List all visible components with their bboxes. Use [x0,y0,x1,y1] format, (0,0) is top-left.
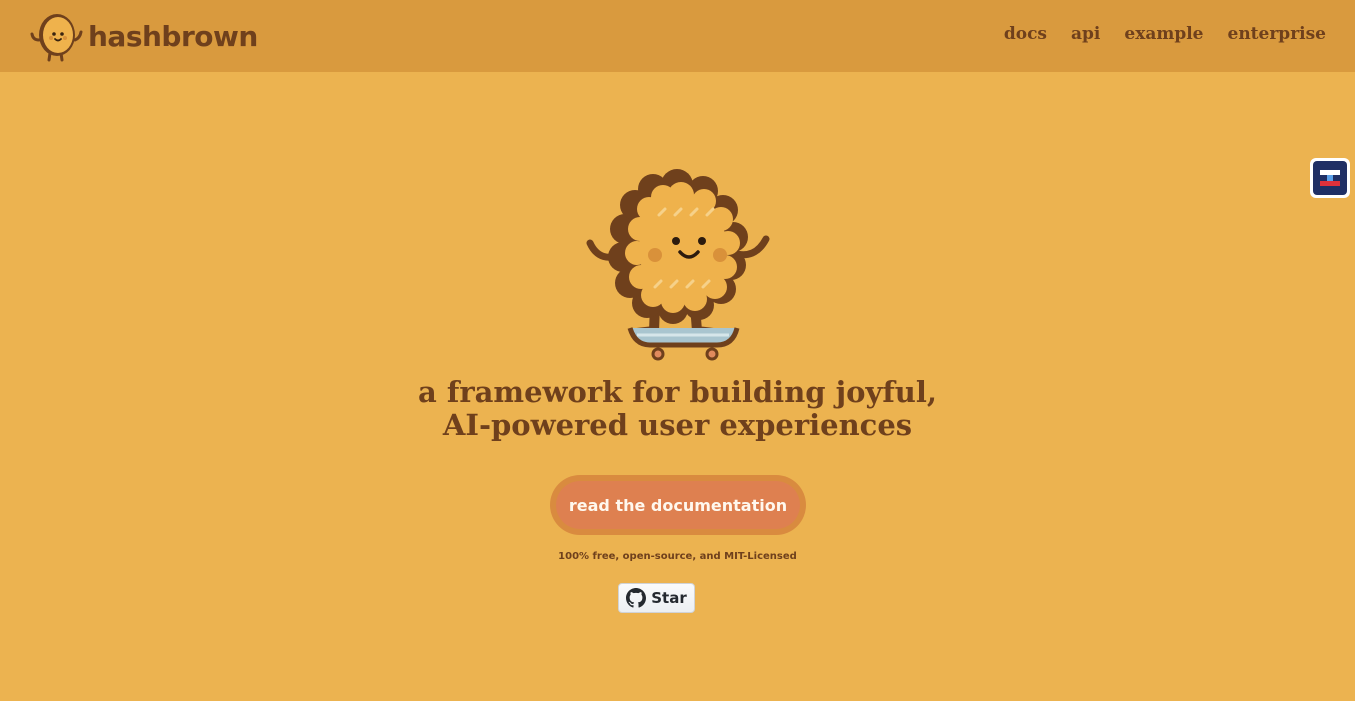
github-star-button[interactable]: Star [618,583,695,613]
read-documentation-button[interactable]: read the documentation [556,481,800,529]
nav-link-enterprise[interactable]: enterprise [1228,24,1327,44]
nav-link-docs[interactable]: docs [1004,24,1047,44]
github-star-label: Star [651,589,687,607]
hero-headline-line-1: a framework for building joyful, [417,375,938,409]
brand-link[interactable]: hashbrown [30,10,258,62]
main-nav: docs api example enterprise [1004,24,1326,44]
nav-link-api[interactable]: api [1071,24,1100,44]
browser-extension-icon [1313,161,1347,195]
browser-extension-button[interactable] [1310,158,1350,198]
hero-headline-line-2: AI-powered user experiences [442,408,913,442]
site-header: hashbrown docs api example enterprise [0,0,1355,72]
brand-name: hashbrown [88,19,258,53]
github-icon [626,588,647,608]
license-note: 100% free, open-source, and MIT-Licensed [558,551,797,562]
hashbrown-mascot-icon [30,14,83,62]
hero-headline: a framework for building joyful, AI-powe… [0,376,1355,442]
nav-link-example[interactable]: example [1124,24,1203,44]
hashbrown-skateboard-mascot [586,169,770,361]
